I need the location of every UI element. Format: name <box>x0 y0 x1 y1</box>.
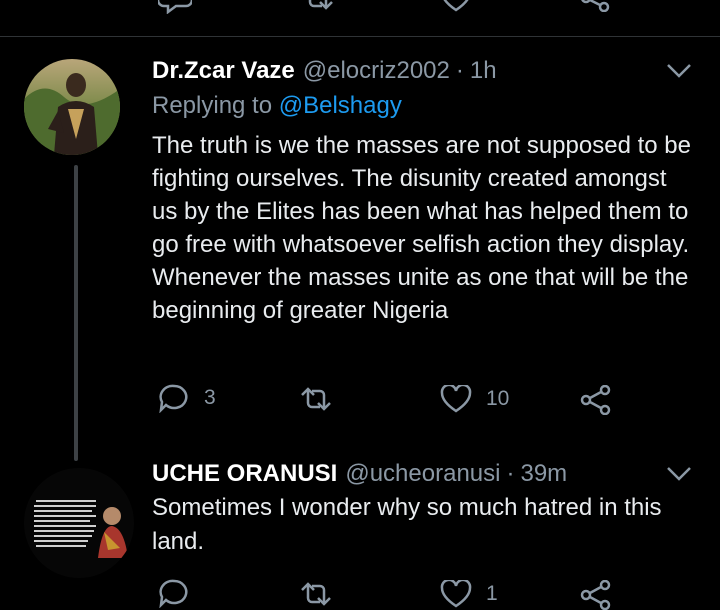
author-name[interactable]: Dr.Zcar Vaze <box>152 57 295 85</box>
chevron-down-icon[interactable] <box>666 63 692 79</box>
retweet-action[interactable] <box>298 580 348 608</box>
like-count: 1 <box>486 582 498 605</box>
thread-line <box>74 165 78 461</box>
reply-icon <box>159 579 188 608</box>
separator-dot: · <box>455 57 464 84</box>
share-icon <box>580 385 611 415</box>
reply-action[interactable]: 3 <box>158 383 216 413</box>
avatar-quote-image <box>24 468 134 578</box>
tweet-text: Sometimes I wonder why so much hatred in… <box>152 494 662 555</box>
share-icon <box>580 580 611 610</box>
avatar[interactable] <box>24 59 120 155</box>
heart-icon <box>440 385 472 413</box>
top-action-row: 1 1 <box>0 0 720 14</box>
tweet-1[interactable]: Dr.Zcar Vaze @elocriz2002 · 1h Replying … <box>0 37 720 467</box>
timestamp[interactable]: 39m <box>520 460 567 488</box>
separator-dot: · <box>506 460 515 487</box>
top-like-count: 1 <box>488 0 500 6</box>
retweet-icon[interactable] <box>300 0 336 12</box>
retweet-icon <box>301 387 331 411</box>
retweet-icon <box>301 582 331 606</box>
author-handle[interactable]: @elocriz2002 <box>303 57 450 85</box>
timestamp[interactable]: 1h <box>470 57 497 85</box>
like-action[interactable]: 10 <box>440 385 509 413</box>
share-icon[interactable] <box>580 0 612 12</box>
retweet-action[interactable] <box>298 385 348 413</box>
replying-to: Replying to @Belshagy <box>152 92 402 120</box>
tweet-text: The truth is we the masses are not suppo… <box>152 132 691 324</box>
tweet-header: UCHE ORANUSI @ucheoranusi · 39m <box>152 460 567 488</box>
top-retweet-count: 1 <box>348 0 360 6</box>
heart-icon <box>440 580 472 608</box>
share-action[interactable] <box>580 580 612 610</box>
like-action[interactable]: 1 <box>440 580 498 608</box>
tweet-header: Dr.Zcar Vaze @elocriz2002 · 1h <box>152 57 497 85</box>
share-action[interactable] <box>580 385 612 415</box>
reply-count: 3 <box>204 386 216 409</box>
reply-icon <box>159 384 188 413</box>
reply-icon[interactable] <box>158 0 192 14</box>
replying-to-link[interactable]: @Belshagy <box>279 92 402 119</box>
like-icon[interactable] <box>440 0 472 12</box>
author-name[interactable]: UCHE ORANUSI <box>152 460 337 488</box>
tweet-2[interactable]: UCHE ORANUSI @ucheoranusi · 39m Sometime… <box>0 440 720 610</box>
chevron-down-icon[interactable] <box>666 466 692 482</box>
avatar-photo <box>24 59 120 155</box>
replying-prefix: Replying to <box>152 92 279 119</box>
author-handle[interactable]: @ucheoranusi <box>345 460 500 488</box>
like-count: 10 <box>486 387 510 410</box>
reply-action[interactable] <box>158 578 204 608</box>
avatar[interactable] <box>24 468 134 578</box>
